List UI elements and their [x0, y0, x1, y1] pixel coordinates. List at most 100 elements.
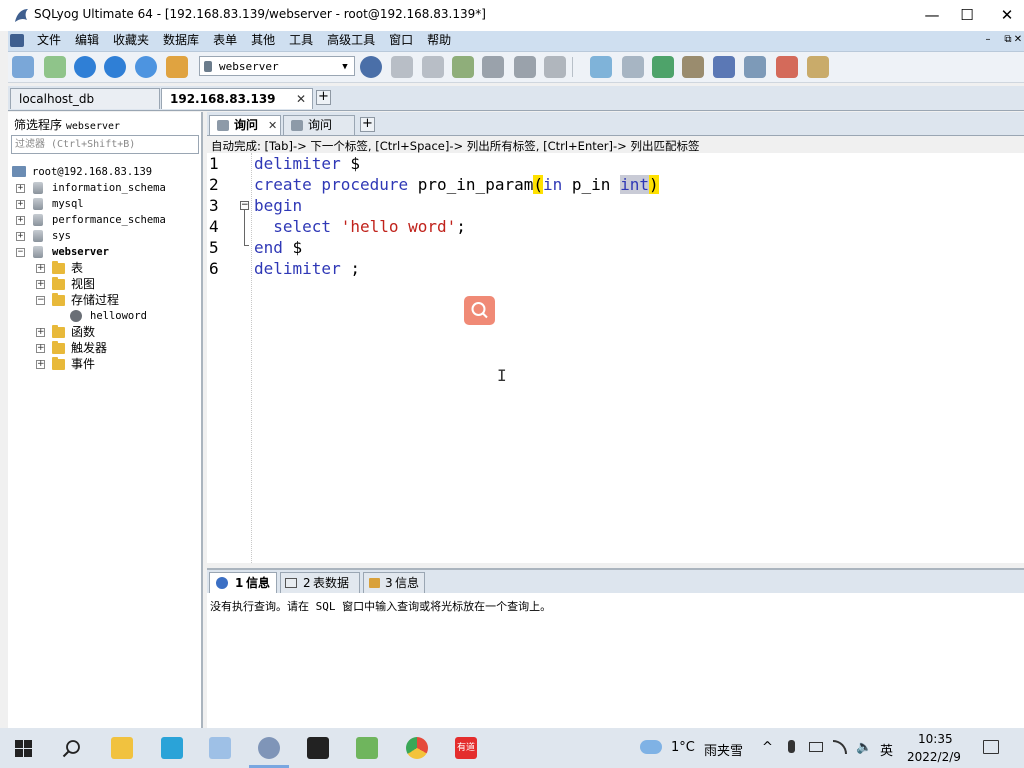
query-builder-icon[interactable]	[744, 56, 766, 78]
server-icon	[12, 166, 26, 177]
server-monitor-icon[interactable]	[713, 56, 735, 78]
connection-tab-remote[interactable]: 192.168.83.139 ✕	[161, 88, 313, 109]
expand-icon[interactable]: +	[36, 344, 45, 353]
result-tab-messages[interactable]: 1 信息	[209, 572, 277, 593]
expand-icon[interactable]: +	[16, 200, 25, 209]
fold-line-end	[244, 245, 249, 246]
folder-icon	[52, 261, 65, 274]
new-query-icon[interactable]	[44, 56, 66, 78]
menu-other[interactable]: 其他	[244, 31, 282, 50]
bracket-match-highlight: )	[648, 175, 659, 194]
ime-indicator[interactable]: 英	[880, 740, 893, 759]
result-message: 没有执行查询。请在 SQL 窗口中输入查询或将光标放在一个查询上。	[210, 600, 552, 613]
migration-icon[interactable]	[652, 56, 674, 78]
menu-database[interactable]: 数据库	[156, 31, 206, 50]
create-database-icon[interactable]	[391, 56, 413, 78]
code-line-1: delimiter $	[254, 154, 360, 173]
volume-icon[interactable]: 🔈	[856, 740, 872, 755]
menu-edit[interactable]: 编辑	[68, 31, 106, 50]
weather-text[interactable]: 雨夹雪	[704, 740, 743, 759]
result-panel: 1 信息 2 表数据 3 信息 没有执行查询。请在 SQL 窗口中输入查询或将光…	[207, 568, 1024, 728]
text-cursor-icon: I	[497, 366, 507, 385]
code-line-2: create procedure pro_in_param(in p_in in…	[254, 175, 659, 194]
youdao-icon[interactable]: 有道	[455, 737, 477, 759]
menu-favorites[interactable]: 收藏夹	[106, 31, 156, 50]
battery-icon[interactable]	[809, 742, 823, 752]
sql-editor[interactable]: 1 2 3 4 5 6 − delimiter $ create procedu…	[207, 153, 1024, 563]
network-tool-icon[interactable]	[161, 737, 183, 759]
table-copy-icon[interactable]	[544, 56, 566, 78]
menu-file[interactable]: 文件	[30, 31, 68, 50]
import-icon[interactable]	[452, 56, 474, 78]
filter-input[interactable]: 过滤器 (Ctrl+Shift+B)	[11, 135, 199, 154]
collapse-icon[interactable]: −	[16, 248, 25, 257]
terminal-icon[interactable]	[307, 737, 329, 759]
stop-icon[interactable]	[166, 56, 188, 78]
microphone-icon[interactable]	[788, 740, 795, 753]
query-tab-2[interactable]: 询问	[283, 115, 355, 135]
database-select-value: webserver	[219, 60, 279, 73]
database-icon	[33, 246, 43, 258]
chevron-up-icon[interactable]: ^	[762, 740, 773, 755]
close-button[interactable]: ✕	[990, 0, 1024, 31]
file-explorer-icon[interactable]	[111, 737, 133, 759]
floating-search-button[interactable]	[464, 296, 495, 325]
schema-sync-icon[interactable]	[482, 56, 504, 78]
expand-icon[interactable]: +	[36, 264, 45, 273]
close-tab-icon[interactable]: ✕	[296, 89, 306, 109]
refresh-icon[interactable]	[135, 56, 157, 78]
clock-date[interactable]: 2022/2/9	[907, 750, 961, 764]
menu-tools[interactable]: 工具	[282, 31, 320, 50]
profiler-icon[interactable]	[807, 56, 829, 78]
user-manager-icon[interactable]	[360, 56, 382, 78]
code-line-6: delimiter ;	[254, 259, 360, 278]
job-agent-icon[interactable]	[682, 56, 704, 78]
chrome-icon[interactable]	[406, 737, 428, 759]
clock-time[interactable]: 10:35	[918, 732, 953, 746]
add-connection-tab-icon[interactable]: +	[316, 90, 331, 105]
add-query-tab-icon[interactable]: +	[360, 117, 375, 132]
connection-tab-localhost[interactable]: localhost_db	[10, 88, 160, 109]
spreadsheet-icon[interactable]	[356, 737, 378, 759]
data-sync-icon[interactable]	[622, 56, 644, 78]
expand-icon[interactable]: +	[36, 280, 45, 289]
new-connection-icon[interactable]	[12, 56, 34, 78]
windows-start-icon[interactable]	[15, 740, 32, 757]
query-tab-1[interactable]: 询问 ✕	[209, 115, 281, 135]
result-tab-table-data[interactable]: 2 表数据	[280, 572, 360, 593]
weather-temp[interactable]: 1°C	[671, 740, 695, 755]
menu-table[interactable]: 表单	[206, 31, 244, 50]
execute-all-icon[interactable]	[104, 56, 126, 78]
expand-icon[interactable]: +	[16, 184, 25, 193]
filter-title: 筛选程序 webserver	[14, 118, 121, 132]
notification-icon[interactable]	[983, 740, 999, 754]
wifi-icon[interactable]	[833, 740, 847, 754]
sqlyog-taskbar-icon[interactable]	[258, 737, 280, 759]
folder-icon	[52, 325, 65, 338]
result-tab-info[interactable]: 3 信息	[363, 572, 425, 593]
database-icon	[33, 214, 43, 226]
menu-window[interactable]: 窗口	[382, 31, 420, 50]
close-tab-icon[interactable]: ✕	[268, 116, 277, 135]
mdi-close-button[interactable]: ✕	[1010, 33, 1024, 47]
expand-icon[interactable]: +	[16, 232, 25, 241]
database-select[interactable]: webserver ▼	[199, 56, 355, 76]
schema-designer-icon[interactable]	[776, 56, 798, 78]
menu-help[interactable]: 帮助	[420, 31, 458, 50]
mdi-minimize-button[interactable]: –	[980, 33, 996, 47]
table-grid-icon[interactable]	[514, 56, 536, 78]
taskbar: 有道 1°C 雨夹雪 ^ 🔈 英 10:35 2022/2/9	[0, 728, 1024, 768]
weather-icon	[640, 740, 662, 754]
execute-query-icon[interactable]	[74, 56, 96, 78]
expand-icon[interactable]: +	[16, 216, 25, 225]
edit-icon[interactable]	[590, 56, 612, 78]
expand-icon[interactable]: +	[36, 328, 45, 337]
expand-icon[interactable]: +	[36, 360, 45, 369]
notebook-app-icon[interactable]	[209, 737, 231, 759]
menu-advanced-tools[interactable]: 高级工具	[320, 31, 382, 50]
maximize-button[interactable]: ☐	[944, 0, 990, 31]
search-icon[interactable]	[62, 739, 81, 758]
fold-icon[interactable]: −	[240, 201, 249, 210]
database-backup-icon[interactable]	[422, 56, 444, 78]
collapse-icon[interactable]: −	[36, 296, 45, 305]
